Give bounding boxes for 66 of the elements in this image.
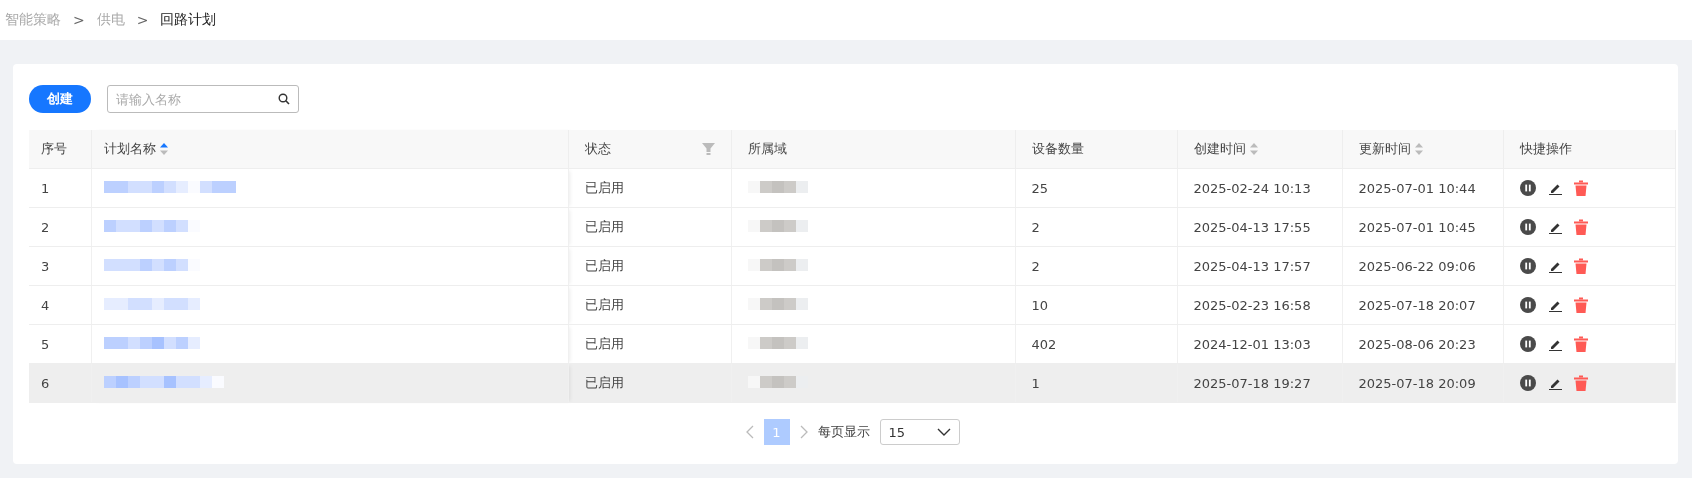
table-cell: 3 [29, 246, 91, 286]
table-cell: 6 [29, 363, 91, 403]
table-row[interactable]: 4 已启用 10 2025-02-23 16:58 2025-07-18 20:07 [29, 285, 1675, 325]
table-cell: 2025-07-18 19:27 [1177, 363, 1342, 403]
sort-icon[interactable] [159, 143, 168, 155]
delete-icon[interactable] [1573, 180, 1588, 196]
breadcrumb-separator: > [136, 12, 149, 28]
table-row[interactable]: 5 已启用 402 2024-12-01 13:03 2025-08-06 20:23 [29, 324, 1675, 364]
table-cell: 2025-08-06 20:23 [1342, 324, 1503, 364]
pause-icon[interactable] [1519, 297, 1536, 313]
table-row[interactable]: 3 已启用 2 2025-04-13 17:57 2025-06-22 09:06 [29, 246, 1675, 286]
table-cell: 已启用 [568, 207, 731, 247]
breadcrumb-item: 回路计划 [160, 11, 217, 29]
table-cell: 已启用 [568, 285, 731, 325]
table-cell: 4 [29, 285, 91, 325]
column-header: 状态 [584, 140, 611, 158]
table-cell: 2025-07-18 20:09 [1342, 363, 1503, 403]
table-row[interactable]: 1 已启用 25 2025-02-24 10:13 2025-07-01 10:44 [29, 168, 1675, 208]
table-cell: 2025-07-01 10:44 [1342, 168, 1503, 208]
delete-icon[interactable] [1573, 336, 1588, 352]
table-cell: 已启用 [568, 246, 731, 286]
table-cell: 已启用 [568, 324, 731, 364]
table-cell: 2024-12-01 13:03 [1177, 324, 1342, 364]
pause-icon[interactable] [1519, 219, 1536, 235]
table-cell: 25 [1015, 168, 1177, 208]
column-header: 序号 [41, 140, 67, 158]
table-cell: 2025-04-13 17:57 [1177, 246, 1342, 286]
delete-icon[interactable] [1573, 375, 1588, 391]
delete-icon[interactable] [1573, 219, 1588, 235]
column-header: 计划名称 [103, 140, 156, 158]
page-size-select[interactable]: 15 [879, 419, 960, 445]
table-cell: 5 [29, 324, 91, 364]
table-cell: 2025-06-22 09:06 [1342, 246, 1503, 286]
table-cell: 1 [29, 168, 91, 208]
column-header: 所属域 [747, 140, 787, 158]
table-cell: 1 [1015, 363, 1177, 403]
pause-icon[interactable] [1519, 258, 1536, 274]
column-header: 快捷操作 [1519, 140, 1572, 158]
table-row[interactable]: 6 已启用 1 2025-07-18 19:27 2025-07-18 20:09 [29, 363, 1675, 403]
column-header: 创建时间 [1193, 140, 1246, 158]
delete-icon[interactable] [1573, 258, 1588, 274]
pause-icon[interactable] [1519, 180, 1536, 196]
pause-icon[interactable] [1519, 336, 1536, 352]
table-cell: 2 [1015, 246, 1177, 286]
column-header: 设备数量 [1031, 140, 1084, 158]
search-field[interactable]: 请输入名称 [107, 85, 299, 113]
table-cell: 已启用 [568, 168, 731, 208]
table-cell: 2025-07-01 10:45 [1342, 207, 1503, 247]
table-cell: 2025-02-24 10:13 [1177, 168, 1342, 208]
table-cell: 2 [1015, 207, 1177, 247]
column-header: 更新时间 [1358, 140, 1411, 158]
table-cell: 402 [1015, 324, 1177, 364]
table-cell: 2025-07-18 20:07 [1342, 285, 1503, 325]
pause-icon[interactable] [1519, 375, 1536, 391]
table-cell: 10 [1015, 285, 1177, 325]
table-cell: 2025-04-13 17:55 [1177, 207, 1342, 247]
breadcrumb-separator: > [73, 12, 85, 28]
table-cell: 2 [29, 207, 91, 247]
table-row[interactable]: 2 已启用 2 2025-04-13 17:55 2025-07-01 10:45 [29, 207, 1675, 247]
table-cell: 已启用 [568, 363, 731, 403]
delete-icon[interactable] [1573, 297, 1588, 313]
table-cell: 2025-02-23 16:58 [1177, 285, 1342, 325]
search-icon[interactable] [278, 93, 290, 105]
create-button[interactable]: 创建 [29, 85, 91, 113]
page-size-label: 每页显示 [817, 423, 870, 441]
chevron-down-icon[interactable] [936, 428, 951, 436]
